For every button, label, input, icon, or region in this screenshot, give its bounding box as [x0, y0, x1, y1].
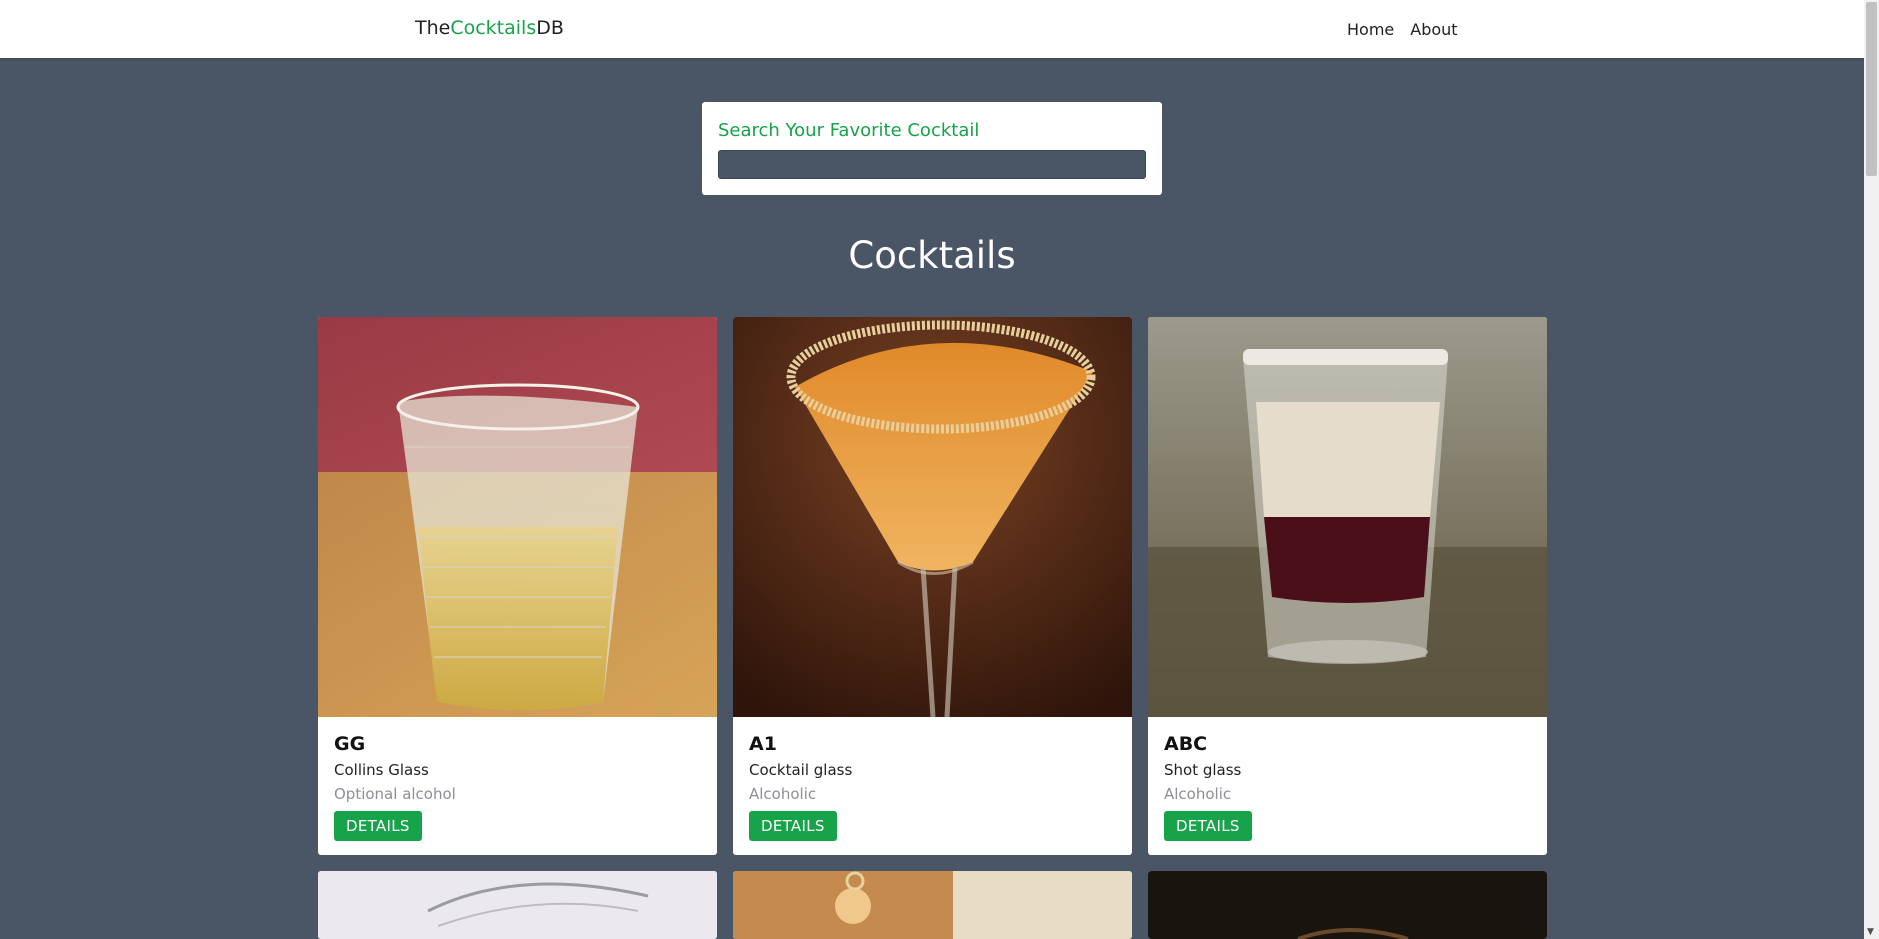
section-title: Cocktails [848, 234, 1016, 277]
search-input[interactable] [718, 150, 1146, 179]
cocktail-card: ABC Shot glass Alcoholic DETAILS [1148, 317, 1547, 855]
scroll-down-arrow-icon[interactable]: ▼ [1867, 928, 1874, 937]
cocktail-glass: Collins Glass [334, 761, 429, 779]
scrollbar-thumb[interactable] [1866, 2, 1877, 176]
cocktail-photo-a1 [733, 317, 1132, 717]
cocktail-photo [733, 871, 1132, 939]
cocktail-glass: Cocktail glass [749, 761, 853, 779]
cocktail-glass: Shot glass [1164, 761, 1242, 779]
nav-links: Home About [1347, 20, 1458, 39]
page: TheCocktailsDB Home About Search Your Fa… [0, 0, 1879, 939]
cocktail-image [1148, 317, 1547, 717]
cocktail-photo [318, 871, 717, 939]
nav-link-about[interactable]: About [1410, 20, 1457, 39]
cocktail-alcoholic: Optional alcohol [334, 785, 456, 803]
nav-link-home[interactable]: Home [1347, 20, 1394, 39]
cocktail-name: A1 [749, 733, 777, 755]
details-button[interactable]: DETAILS [1164, 811, 1252, 841]
details-button[interactable]: DETAILS [749, 811, 837, 841]
card-body: ABC Shot glass Alcoholic DETAILS [1148, 717, 1547, 855]
cocktail-alcoholic: Alcoholic [749, 785, 817, 803]
cocktail-image [733, 317, 1132, 717]
cocktail-card [733, 871, 1132, 939]
cocktail-card: A1 Cocktail glass Alcoholic DETAILS [733, 317, 1132, 855]
cocktail-photo-gg [318, 317, 717, 717]
site-logo[interactable]: TheCocktailsDB [415, 17, 564, 39]
cocktail-image [318, 317, 717, 717]
cocktail-alcoholic: Alcoholic [1164, 785, 1232, 803]
cocktail-name: GG [334, 733, 366, 755]
details-button[interactable]: DETAILS [334, 811, 422, 841]
cocktail-card [318, 871, 717, 939]
logo-suffix: DB [536, 17, 564, 39]
navbar: TheCocktailsDB Home About [0, 0, 1864, 58]
card-body: GG Collins Glass Optional alcohol DETAIL… [318, 717, 717, 855]
cocktail-photo-abc [1148, 317, 1547, 717]
cocktail-name: ABC [1164, 733, 1208, 755]
cocktail-photo [1148, 871, 1547, 939]
logo-prefix: The [415, 17, 451, 39]
cocktail-card [1148, 871, 1547, 939]
search-label: Search Your Favorite Cocktail [718, 120, 980, 141]
scrollbar[interactable]: ▼ [1864, 0, 1879, 939]
search-box: Search Your Favorite Cocktail [702, 102, 1162, 195]
card-body: A1 Cocktail glass Alcoholic DETAILS [733, 717, 1132, 855]
logo-accent: Cocktails [450, 17, 537, 39]
cocktail-card: GG Collins Glass Optional alcohol DETAIL… [318, 317, 717, 855]
